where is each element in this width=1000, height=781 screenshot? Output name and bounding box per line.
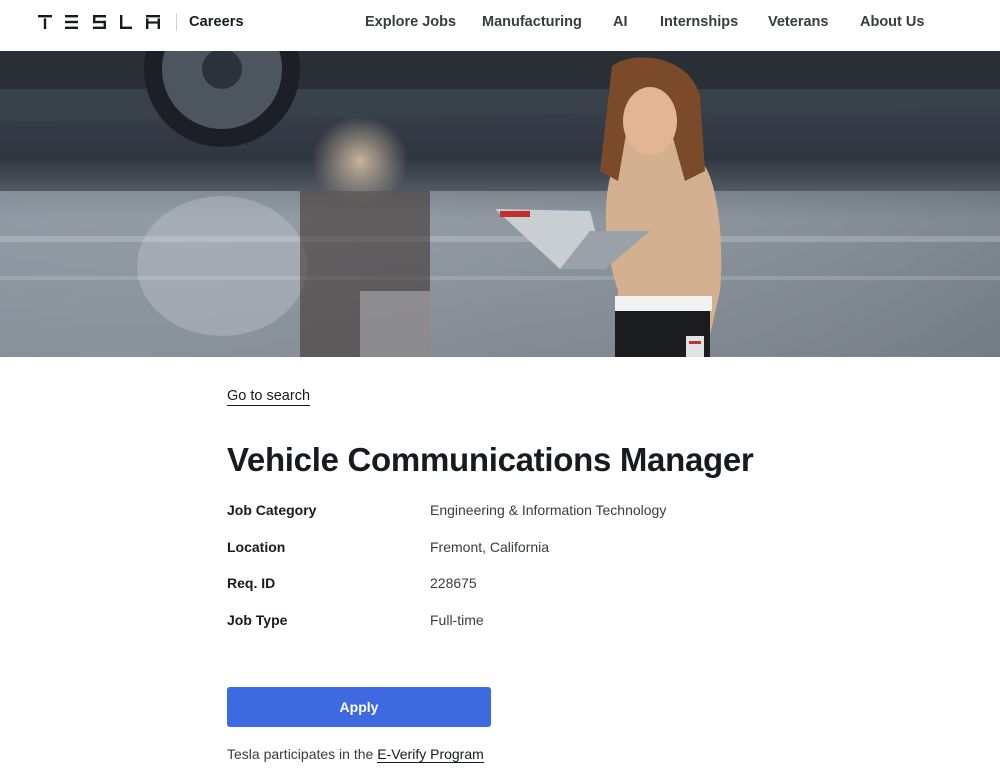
detail-row-location: Location Fremont, California [227,539,787,559]
nav-explore-jobs[interactable]: Explore Jobs [365,14,456,30]
nav-ai[interactable]: AI [613,14,628,30]
everify-program-link[interactable]: E-Verify Program [377,746,484,763]
everify-text: Tesla participates in the [227,746,378,762]
nav-internships[interactable]: Internships [660,14,738,30]
detail-row-job-type: Job Type Full-time [227,612,787,632]
job-title: Vehicle Communications Manager [227,441,754,478]
detail-label: Job Type [227,612,288,628]
main-nav: Explore Jobs Manufacturing AI Internship… [0,14,1000,34]
detail-row-req-id: Req. ID 228675 [227,575,787,595]
nav-manufacturing[interactable]: Manufacturing [482,14,582,30]
nav-about-us[interactable]: About Us [860,14,924,30]
go-to-search-link[interactable]: Go to search [227,388,311,406]
hero-photo [0,51,1000,357]
detail-label: Job Category [227,502,317,518]
apply-button[interactable]: Apply [227,687,491,727]
detail-value: Full-time [430,612,484,628]
nav-veterans[interactable]: Veterans [768,14,828,30]
hero-image [0,51,1000,357]
everify-notice: Tesla participates in the E-Verify Progr… [227,746,484,763]
detail-label: Req. ID [227,575,276,591]
detail-row-job-category: Job Category Engineering & Information T… [227,502,787,522]
detail-value: 228675 [430,575,477,591]
detail-value: Engineering & Information Technology [430,502,667,518]
detail-value: Fremont, California [430,539,550,555]
site-header: Careers Explore Jobs Manufacturing AI In… [0,0,1000,51]
detail-label: Location [227,539,286,555]
